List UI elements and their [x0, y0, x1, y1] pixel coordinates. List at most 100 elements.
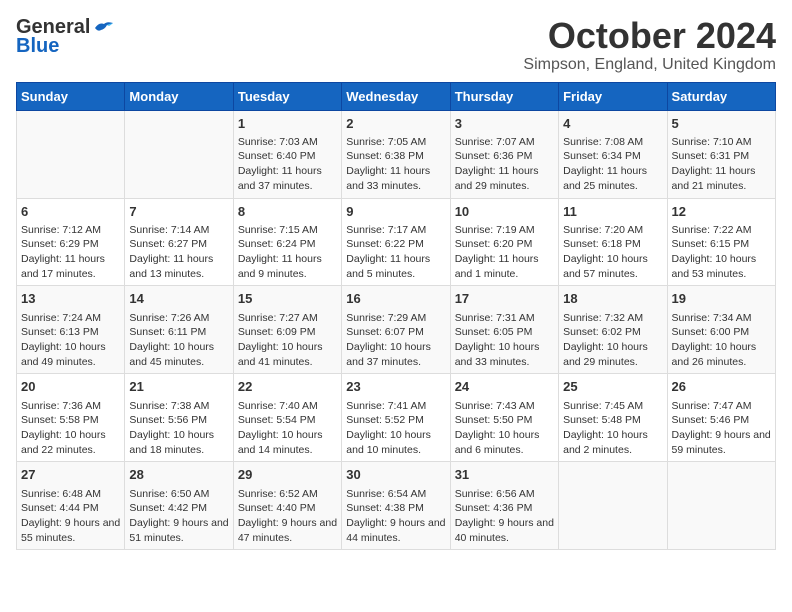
header-day-wednesday: Wednesday	[342, 82, 450, 110]
header-day-friday: Friday	[559, 82, 667, 110]
day-info-text: Daylight: 10 hours and 6 minutes.	[455, 428, 554, 457]
calendar-cell: 22Sunrise: 7:40 AMSunset: 5:54 PMDayligh…	[233, 374, 341, 462]
day-number: 30	[346, 466, 445, 484]
day-number: 7	[129, 203, 228, 221]
day-number: 3	[455, 115, 554, 133]
week-row-1: 1Sunrise: 7:03 AMSunset: 6:40 PMDaylight…	[17, 110, 776, 198]
day-info-text: Sunrise: 7:38 AM	[129, 399, 228, 414]
calendar-cell: 14Sunrise: 7:26 AMSunset: 6:11 PMDayligh…	[125, 286, 233, 374]
calendar-cell: 28Sunrise: 6:50 AMSunset: 4:42 PMDayligh…	[125, 462, 233, 550]
day-info-text: Sunrise: 7:07 AM	[455, 135, 554, 150]
day-info-text: Sunrise: 7:05 AM	[346, 135, 445, 150]
day-number: 17	[455, 290, 554, 308]
calendar-cell: 9Sunrise: 7:17 AMSunset: 6:22 PMDaylight…	[342, 198, 450, 286]
day-info-text: Sunrise: 7:10 AM	[672, 135, 771, 150]
calendar-cell: 31 Sunrise: 6:56 AMSunset: 4:36 PMDayligh…	[450, 462, 558, 550]
calendar-cell: 18Sunrise: 7:32 AMSunset: 6:02 PMDayligh…	[559, 286, 667, 374]
day-info-text: Sunrise: 7:22 AM	[672, 223, 771, 238]
calendar-cell	[17, 110, 125, 198]
calendar-body: 1Sunrise: 7:03 AMSunset: 6:40 PMDaylight…	[17, 110, 776, 550]
calendar-cell	[125, 110, 233, 198]
calendar-cell: 2Sunrise: 7:05 AMSunset: 6:38 PMDaylight…	[342, 110, 450, 198]
day-info-text: Sunset: 6:27 PM	[129, 237, 228, 252]
day-info-text: Daylight: 11 hours and 29 minutes.	[455, 164, 554, 193]
calendar-cell: 17Sunrise: 7:31 AMSunset: 6:05 PMDayligh…	[450, 286, 558, 374]
day-info-text: Daylight: 11 hours and 9 minutes.	[238, 252, 337, 281]
day-info-text: Sunset: 6:00 PM	[672, 325, 771, 340]
day-info-text: Sunrise: 7:34 AM	[672, 311, 771, 326]
day-info-text: Sunset: 6:18 PM	[563, 237, 662, 252]
day-info-text: Sunrise: 7:17 AM	[346, 223, 445, 238]
day-info-text: Sunset: 6:34 PM	[563, 149, 662, 164]
day-info-text: Sunrise: 7:08 AM	[563, 135, 662, 150]
day-number: 10	[455, 203, 554, 221]
calendar-cell: 8Sunrise: 7:15 AMSunset: 6:24 PMDaylight…	[233, 198, 341, 286]
day-info-text: Sunrise: 7:24 AM	[21, 311, 120, 326]
day-info-text: Sunset: 6:36 PM	[455, 149, 554, 164]
day-number: 2	[346, 115, 445, 133]
day-info-text: Sunset: 6:38 PM	[346, 149, 445, 164]
day-number: 15	[238, 290, 337, 308]
day-number: 5	[672, 115, 771, 133]
calendar-cell: 5Sunrise: 7:10 AMSunset: 6:31 PMDaylight…	[667, 110, 775, 198]
day-info-text: Daylight: 11 hours and 17 minutes.	[21, 252, 120, 281]
week-row-2: 6Sunrise: 7:12 AMSunset: 6:29 PMDaylight…	[17, 198, 776, 286]
day-info-text: Sunset: 6:09 PM	[238, 325, 337, 340]
day-info-text: Sunrise: 6:48 AM	[21, 487, 120, 502]
day-info-text: Sunset: 4:36 PM	[455, 501, 554, 516]
day-info-text: Daylight: 10 hours and 18 minutes.	[129, 428, 228, 457]
day-info-text: Daylight: 10 hours and 53 minutes.	[672, 252, 771, 281]
day-info-text: Sunset: 6:31 PM	[672, 149, 771, 164]
day-info-text: Sunset: 6:05 PM	[455, 325, 554, 340]
day-info-text: Sunset: 5:58 PM	[21, 413, 120, 428]
day-info-text: Sunrise: 7:19 AM	[455, 223, 554, 238]
day-info-text: Sunrise: 7:27 AM	[238, 311, 337, 326]
day-info-text: Sunrise: 7:12 AM	[21, 223, 120, 238]
calendar-cell: 19Sunrise: 7:34 AMSunset: 6:00 PMDayligh…	[667, 286, 775, 374]
day-info-text: Sunset: 6:15 PM	[672, 237, 771, 252]
day-info-text: Sunset: 6:02 PM	[563, 325, 662, 340]
day-info-text: Sunset: 6:11 PM	[129, 325, 228, 340]
day-number: 29	[238, 466, 337, 484]
day-number: 28	[129, 466, 228, 484]
week-row-3: 13Sunrise: 7:24 AMSunset: 6:13 PMDayligh…	[17, 286, 776, 374]
day-info-text: Daylight: 11 hours and 1 minute.	[455, 252, 554, 281]
day-info-text: Sunset: 6:07 PM	[346, 325, 445, 340]
calendar-table: SundayMondayTuesdayWednesdayThursdayFrid…	[16, 82, 776, 551]
day-number: 18	[563, 290, 662, 308]
calendar-cell: 6Sunrise: 7:12 AMSunset: 6:29 PMDaylight…	[17, 198, 125, 286]
day-info-text: Sunset: 5:50 PM	[455, 413, 554, 428]
day-info-text: Daylight: 10 hours and 2 minutes.	[563, 428, 662, 457]
day-info-text: Sunset: 6:29 PM	[21, 237, 120, 252]
day-info-text: Daylight: 9 hours and 47 minutes.	[238, 516, 337, 545]
day-number: 19	[672, 290, 771, 308]
header-row: SundayMondayTuesdayWednesdayThursdayFrid…	[17, 82, 776, 110]
day-info-text: Sunset: 4:42 PM	[129, 501, 228, 516]
calendar-cell: 15 Sunrise: 7:27 AMSunset: 6:09 PMDayligh…	[233, 286, 341, 374]
day-info-text: Daylight: 10 hours and 33 minutes.	[455, 340, 554, 369]
day-number: 16	[346, 290, 445, 308]
logo-blue-text: Blue	[16, 35, 59, 58]
day-info-text: Sunrise: 7:26 AM	[129, 311, 228, 326]
day-info-text: Sunrise: 6:50 AM	[129, 487, 228, 502]
calendar-cell: 23Sunrise: 7:41 AMSunset: 5:52 PMDayligh…	[342, 374, 450, 462]
calendar-cell: 16Sunrise: 7:29 AMSunset: 6:07 PMDayligh…	[342, 286, 450, 374]
calendar-cell: 30Sunrise: 6:54 AMSunset: 4:38 PMDayligh…	[342, 462, 450, 550]
day-info-text: Sunrise: 6:56 AM	[455, 487, 554, 502]
month-title: October 2024	[523, 16, 776, 56]
day-info-text: Sunset: 5:48 PM	[563, 413, 662, 428]
day-number: 24	[455, 378, 554, 396]
calendar-cell: 26Sunrise: 7:47 AMSunset: 5:46 PMDayligh…	[667, 374, 775, 462]
calendar-cell	[667, 462, 775, 550]
day-info-text: Daylight: 10 hours and 22 minutes.	[21, 428, 120, 457]
day-info-text: Daylight: 11 hours and 25 minutes.	[563, 164, 662, 193]
day-info-text: Daylight: 10 hours and 49 minutes.	[21, 340, 120, 369]
day-number: 31	[455, 466, 554, 484]
day-info-text: Daylight: 9 hours and 55 minutes.	[21, 516, 120, 545]
day-number: 27	[21, 466, 120, 484]
calendar-cell: 27Sunrise: 6:48 AMSunset: 4:44 PMDayligh…	[17, 462, 125, 550]
day-info-text: Daylight: 11 hours and 13 minutes.	[129, 252, 228, 281]
day-info-text: Daylight: 9 hours and 40 minutes.	[455, 516, 554, 545]
day-info-text: Sunrise: 7:36 AM	[21, 399, 120, 414]
day-info-text: Daylight: 10 hours and 41 minutes.	[238, 340, 337, 369]
